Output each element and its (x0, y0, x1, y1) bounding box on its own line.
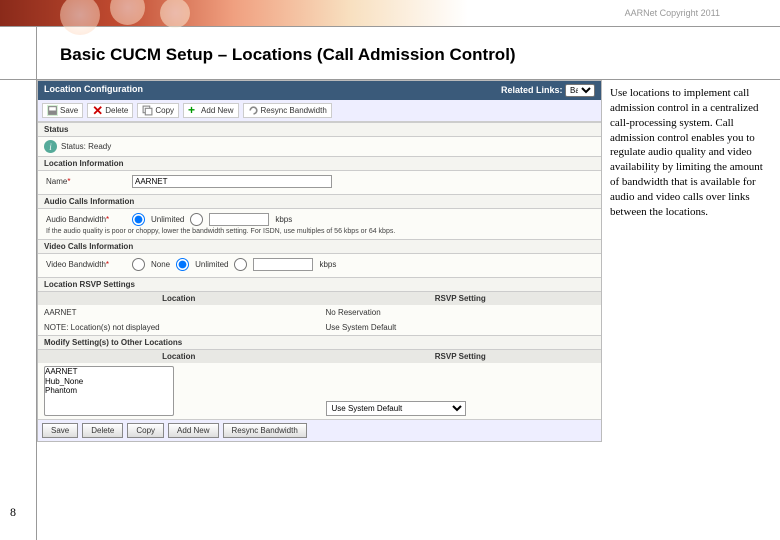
name-field[interactable] (132, 175, 332, 188)
modify-rsvp-select[interactable]: Use System Default (326, 401, 466, 416)
save-button[interactable]: Save (42, 103, 83, 118)
cucm-title: Location Configuration (44, 84, 143, 97)
rsvp-row-set: No Reservation (320, 305, 602, 320)
video-unlimited-radio[interactable] (176, 258, 189, 271)
status-heading: Status (38, 122, 601, 137)
status-text: Status: Ready (61, 142, 111, 151)
modify-location-list[interactable]: AARNET Hub_None Phantom (44, 366, 174, 416)
add-icon: + (188, 105, 199, 116)
related-links: Related Links: Bac (501, 84, 595, 97)
video-bw-label: Video Bandwidth* (46, 260, 126, 269)
video-value-radio[interactable] (234, 258, 247, 271)
rsvp-note-set: Use System Default (320, 320, 602, 335)
bottom-resync-button[interactable]: Resync Bandwidth (223, 423, 307, 438)
slide-side-text: Use locations to implement call admissio… (602, 80, 777, 442)
resync-button[interactable]: Resync Bandwidth (243, 103, 332, 118)
copy-button[interactable]: Copy (137, 103, 179, 118)
modify-col-set: RSVP Setting (320, 350, 602, 363)
left-margin-rule (36, 26, 37, 540)
video-value-field[interactable] (253, 258, 313, 271)
addnew-button[interactable]: +Add New (183, 103, 238, 118)
cucm-panel: Location Configuration Related Links: Ba… (37, 80, 602, 442)
cucm-titlebar: Location Configuration Related Links: Ba… (38, 81, 601, 100)
status-row: i Status: Ready (38, 137, 601, 156)
modify-col-loc: Location (38, 350, 320, 363)
bottom-addnew-button[interactable]: Add New (168, 423, 218, 438)
delete-button[interactable]: ✕Delete (87, 103, 133, 118)
rsvp-heading: Location RSVP Settings (38, 277, 601, 292)
delete-icon: ✕ (92, 105, 103, 116)
rsvp-row-loc: AARNET (38, 305, 320, 320)
locinfo-heading: Location Information (38, 156, 601, 171)
rsvp-note-loc: NOTE: Location(s) not displayed (38, 320, 320, 335)
audio-value-radio[interactable] (190, 213, 203, 226)
name-label: Name* (46, 177, 126, 186)
cucm-toolbar: Save ✕Delete Copy +Add New Resync Bandwi… (38, 100, 601, 122)
resync-icon (248, 105, 259, 116)
audio-value-field[interactable] (209, 213, 269, 226)
bokeh-decoration (60, 0, 300, 40)
rsvp-col-loc: Location (38, 292, 320, 305)
bottom-delete-button[interactable]: Delete (82, 423, 123, 438)
modify-heading: Modify Setting(s) to Other Locations (38, 335, 601, 350)
audio-bw-label: Audio Bandwidth* (46, 215, 126, 224)
copy-icon (142, 105, 153, 116)
rsvp-col-set: RSVP Setting (320, 292, 602, 305)
bottom-save-button[interactable]: Save (42, 423, 78, 438)
video-heading: Video Calls Information (38, 239, 601, 254)
audio-heading: Audio Calls Information (38, 194, 601, 209)
modify-table: LocationRSVP Setting AARNET Hub_None Pha… (38, 350, 601, 419)
rsvp-table: LocationRSVP Setting AARNETNo Reservatio… (38, 292, 601, 335)
save-icon (47, 105, 58, 116)
audio-unlimited-radio[interactable] (132, 213, 145, 226)
related-links-select[interactable]: Bac (565, 84, 595, 97)
bottom-copy-button[interactable]: Copy (127, 423, 164, 438)
copyright-text: AARNet Copyright 2011 (625, 8, 720, 18)
video-none-radio[interactable] (132, 258, 145, 271)
page-number: 8 (10, 505, 16, 520)
slide-top-band: AARNet Copyright 2011 (0, 0, 780, 26)
bottom-toolbar: Save Delete Copy Add New Resync Bandwidt… (38, 419, 601, 441)
info-icon: i (44, 140, 57, 153)
audio-note: If the audio quality is poor or choppy, … (46, 228, 593, 235)
